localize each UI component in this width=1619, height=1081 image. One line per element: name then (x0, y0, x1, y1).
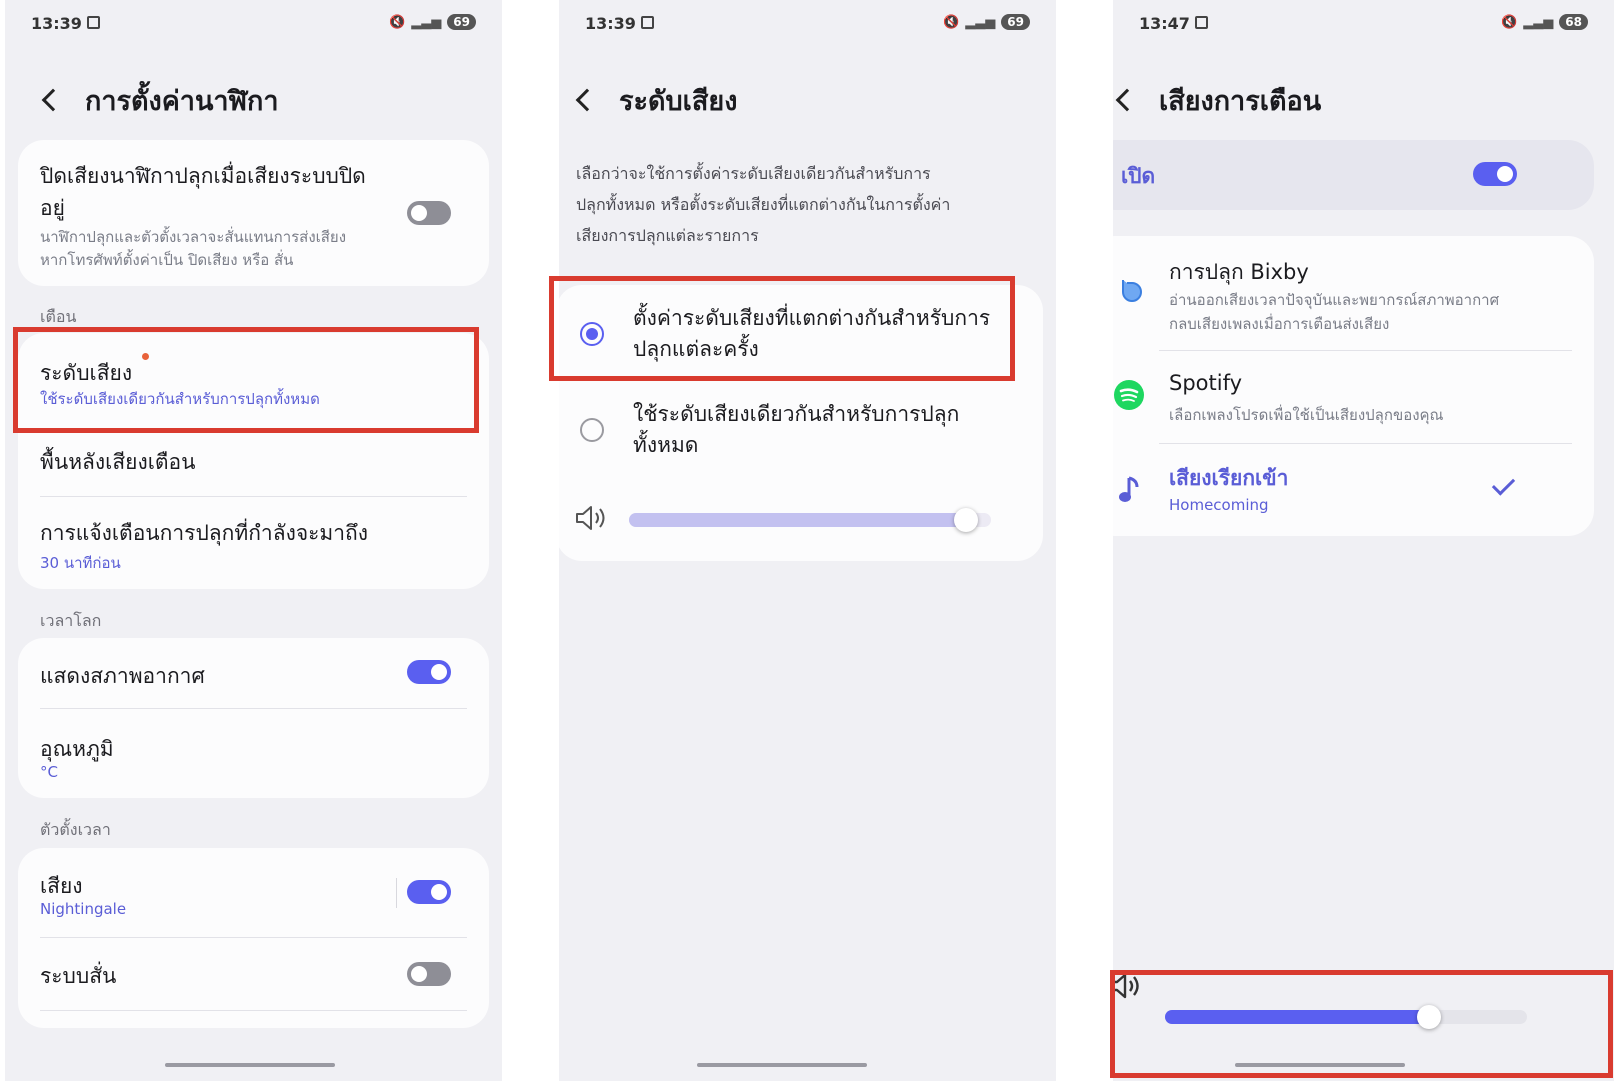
gallery-icon (641, 16, 654, 29)
signal-icon: ▂▃▅ (965, 14, 996, 30)
weather-toggle[interactable] (407, 660, 451, 684)
section-timer-label: ตัวตั้งเวลา (40, 820, 111, 839)
silent-alarm-title-line2: อยู่ (40, 196, 65, 220)
mute-icon: 🔇 (389, 14, 406, 30)
weather-title: แสดงสภาพอากาศ (40, 664, 205, 688)
ringtone-sub: Homecoming (1169, 496, 1269, 514)
radio-same-for-all[interactable] (580, 418, 604, 442)
timer-sound-title: เสียง (40, 874, 83, 898)
world-clock-card: แสดงสภาพอากาศ อุณหภูมิ °C (18, 638, 489, 798)
volume-slider-thumb[interactable] (953, 508, 978, 532)
page-title: ระดับเสียง (619, 85, 738, 117)
bixby-title: การปลุก Bixby (1169, 260, 1309, 284)
battery-indicator: 69 (1001, 14, 1030, 30)
master-switch-toggle[interactable] (1473, 162, 1517, 186)
status-time: 13:39 (585, 14, 636, 33)
bixby-alarm-row[interactable]: การปลุก Bixby อ่านออกเสียงเวลาปัจจุบันแล… (1113, 236, 1594, 350)
volume-settings-screen: 13:39 🔇 ▂▃▅ 69 ระดับเสียง เลือกว่าจะใช้ก… (559, 0, 1056, 1081)
timer-card: เสียง Nightingale ระบบสั่น (18, 848, 489, 1028)
divider (40, 1010, 467, 1011)
back-icon[interactable] (1115, 88, 1139, 112)
upcoming-alarm-row[interactable]: การแจ้งเตือนการปลุกที่กำลังจะมาถึง 30 นา… (18, 497, 489, 589)
home-indicator (697, 1063, 867, 1067)
battery-indicator: 68 (1559, 14, 1588, 30)
background-sound-title: พื้นหลังเสียงเตือน (40, 450, 196, 474)
background-sound-row[interactable]: พื้นหลังเสียงเตือน (18, 430, 489, 496)
page-title: เสียงการเตือน (1159, 85, 1322, 117)
volume-slider-fill (629, 513, 966, 527)
bixby-sub-line1: อ่านออกเสียงเวลาปัจจุบันและพยากรณ์สภาพอา… (1169, 291, 1500, 309)
ringtone-row[interactable]: เสียงเรียกเข้า Homecoming (1113, 444, 1594, 536)
silent-alarm-sub-line2: หากโทรศัพท์ตั้งค่าเป็น ปิดเสียง หรือ สั่… (40, 251, 294, 269)
vibration-row[interactable]: ระบบสั่น (18, 938, 489, 1010)
gallery-icon (87, 16, 100, 29)
header: การตั้งค่านาฬิกา (41, 80, 279, 120)
vibration-toggle[interactable] (407, 962, 451, 986)
master-switch-label: เปิด (1121, 164, 1156, 188)
bixby-icon (1122, 280, 1142, 302)
ringtone-title: เสียงเรียกเข้า (1169, 466, 1289, 490)
highlight-box (1110, 970, 1613, 1078)
vibration-title: ระบบสั่น (40, 964, 117, 988)
vertical-divider (396, 878, 397, 908)
status-time: 13:47 (1139, 14, 1190, 33)
temperature-row[interactable]: อุณหภูมิ °C (18, 709, 489, 798)
back-icon[interactable] (41, 88, 65, 112)
option-same-for-all-line1: ใช้ระดับเสียงเดียวกันสำหรับการปลุก (633, 402, 960, 426)
speaker-icon (576, 506, 605, 530)
upcoming-alarm-sub: 30 นาทีก่อน (40, 554, 121, 572)
silent-alarm-card[interactable]: ปิดเสียงนาฬิกาปลุกเมื่อเสียงระบบปิด อยู่… (18, 140, 489, 286)
temperature-sub: °C (40, 763, 58, 781)
page-title: การตั้งค่านาฬิกา (85, 85, 279, 117)
spotify-row[interactable]: Spotify เลือกเพลงโปรดเพื่อใช้เป็นเสียงปล… (1113, 351, 1594, 443)
status-bar: 13:39 🔇 ▂▃▅ 69 (31, 12, 476, 36)
mute-icon: 🔇 (943, 14, 960, 30)
sound-source-card: การปลุก Bixby อ่านออกเสียงเวลาปัจจุบันแล… (1113, 236, 1594, 536)
back-icon[interactable] (575, 88, 599, 112)
bixby-sub-line2: กลบเสียงเพลงเมื่อการเตือนส่งเสียง (1169, 315, 1390, 333)
timer-sound-toggle[interactable] (407, 880, 451, 904)
spotify-title: Spotify (1169, 371, 1243, 395)
option-same-for-all[interactable]: ใช้ระดับเสียงเดียวกันสำหรับการปลุก ทั้งห… (559, 385, 1043, 480)
option-same-for-all-line2: ทั้งหมด (633, 433, 699, 457)
signal-icon: ▂▃▅ (1523, 14, 1554, 30)
temperature-title: อุณหภูมิ (40, 737, 114, 761)
silent-alarm-title-line1: ปิดเสียงนาฬิกาปลุกเมื่อเสียงระบบปิด (40, 164, 366, 188)
gallery-icon (1195, 16, 1208, 29)
mute-icon: 🔇 (1501, 14, 1518, 30)
header: ระดับเสียง (575, 80, 738, 120)
status-bar: 13:47 🔇 ▂▃▅ 68 (1139, 12, 1588, 36)
home-indicator (165, 1063, 335, 1067)
section-world-clock-label: เวลาโลก (40, 611, 102, 630)
silent-alarm-sub-line1: นาฬิกาปลุกและตัวตั้งเวลาจะสั่นแทนการส่งเ… (40, 228, 347, 246)
volume-slider[interactable] (629, 508, 991, 532)
check-icon (1491, 472, 1516, 496)
status-time: 13:39 (31, 14, 82, 33)
timer-sound-sub: Nightingale (40, 900, 127, 918)
highlight-box (549, 276, 1015, 381)
spotify-icon (1114, 380, 1144, 410)
spotify-sub: เลือกเพลงโปรดเพื่อใช้เป็นเสียงปลุกของคุณ (1169, 406, 1444, 424)
volume-description: เลือกว่าจะใช้การตั้งค่าระดับเสียงเดียวกั… (576, 164, 951, 245)
music-note-icon (1119, 476, 1139, 502)
clock-settings-screen: 13:39 🔇 ▂▃▅ 69 การตั้งค่านาฬิกา ปิดเสียง… (5, 0, 502, 1081)
status-bar: 13:39 🔇 ▂▃▅ 69 (585, 12, 1030, 36)
upcoming-alarm-title: การแจ้งเตือนการปลุกที่กำลังจะมาถึง (40, 521, 369, 545)
header: เสียงการเตือน (1115, 80, 1322, 120)
highlight-box (13, 327, 479, 433)
silent-alarm-toggle[interactable] (407, 201, 451, 225)
master-switch-bar[interactable]: เปิด (1113, 140, 1594, 210)
signal-icon: ▂▃▅ (411, 14, 442, 30)
weather-row[interactable]: แสดงสภาพอากาศ (18, 638, 489, 708)
alarm-sound-screen: 13:47 🔇 ▂▃▅ 68 เสียงการเตือน เปิด การปลุ… (1113, 0, 1614, 1081)
timer-sound-row[interactable]: เสียง Nightingale (18, 848, 489, 937)
battery-indicator: 69 (447, 14, 476, 30)
